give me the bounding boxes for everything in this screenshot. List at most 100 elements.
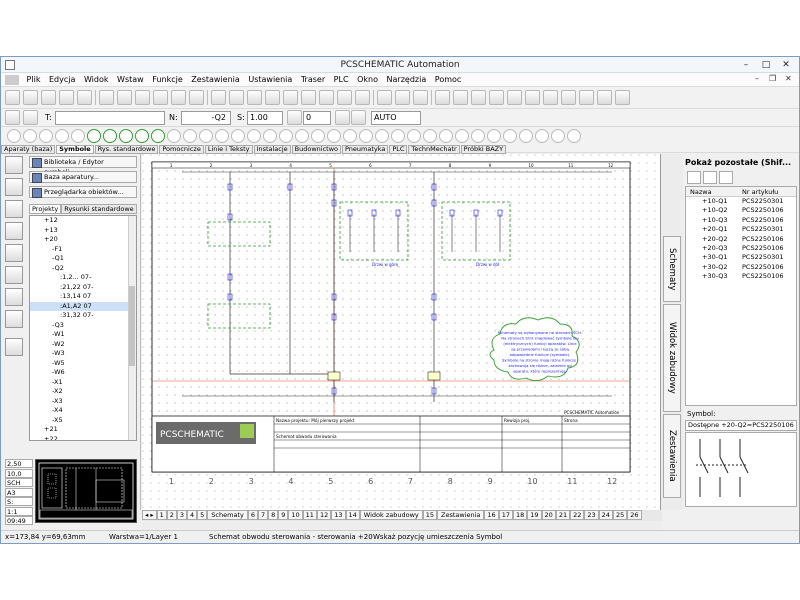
col-nazwa[interactable]: Nazwa	[690, 188, 712, 196]
copy-icon[interactable]	[229, 90, 244, 105]
name-field[interactable]: -Q2	[181, 111, 231, 125]
open-icon[interactable]	[23, 90, 38, 105]
menu-okno[interactable]: Okno	[354, 73, 381, 87]
schematic-sheet[interactable]: 1 2 3 4 5 6 7 8 9 10 11 12 Drzwi w górę …	[142, 154, 661, 510]
rotate-icon[interactable]	[287, 110, 302, 125]
magnet-icon[interactable]	[5, 338, 23, 356]
status-value[interactable]: 1:1	[5, 506, 33, 516]
menu-pomoc[interactable]: Pomoc	[432, 73, 465, 87]
symbol-tab[interactable]: Budownictwo	[291, 145, 341, 154]
page-tab[interactable]: Widok zabudowy	[359, 510, 423, 520]
page-tab[interactable]: 6	[247, 510, 258, 520]
mirror-icon[interactable]	[335, 110, 350, 125]
page-tab[interactable]: 14	[345, 510, 360, 520]
menu-edycja[interactable]: Edycja	[46, 73, 78, 87]
symbol-select[interactable]: Dostępne +20-Q2=PCS2250106	[685, 420, 797, 431]
page-tab[interactable]: 4	[187, 510, 198, 520]
page-tab[interactable]: 3	[176, 510, 188, 520]
symbol-tab[interactable]: Instalacje	[253, 145, 291, 154]
tree-item[interactable]: -X3	[30, 397, 136, 407]
sheet-icon[interactable]	[435, 90, 450, 105]
hand-icon[interactable]	[5, 266, 23, 284]
page-tab[interactable]: 25	[612, 510, 628, 520]
symbol-tab[interactable]: Aparaty (baza)	[1, 145, 56, 154]
page-nav-icon[interactable]: ◂ ▸	[142, 510, 157, 520]
sch-icon[interactable]	[579, 90, 594, 105]
status-value[interactable]: SCH	[5, 478, 33, 487]
drawing-canvas[interactable]: 1 2 3 4 5 6 7 8 9 10 11 12 Drzwi w górę …	[142, 154, 661, 510]
delete-icon[interactable]	[265, 90, 280, 105]
select-icon[interactable]	[5, 156, 23, 174]
page-tab[interactable]: 16	[484, 510, 499, 520]
tree-item[interactable]: +20	[30, 235, 136, 245]
page-tab[interactable]: 19	[527, 510, 542, 520]
object-browser-button[interactable]: Przeglądarka obiektów...	[29, 186, 137, 198]
print-icon[interactable]	[59, 90, 74, 105]
page-tab[interactable]: 22	[570, 510, 585, 520]
tree-item[interactable]: +21	[30, 425, 136, 435]
tree-item[interactable]: :13,14 07	[30, 292, 136, 302]
page-tab[interactable]: 18	[512, 510, 528, 520]
page-tab[interactable]: 21	[555, 510, 571, 520]
circle-icon[interactable]	[171, 90, 186, 105]
tab-zestawienia[interactable]: Zestawienia	[663, 414, 681, 498]
angle-field[interactable]: 0	[303, 111, 331, 125]
symbol-tab[interactable]: Pneumatyka	[342, 145, 389, 154]
page-tab[interactable]: 9	[278, 510, 289, 520]
pdf-icon[interactable]	[525, 90, 540, 105]
tree-item[interactable]: -W2	[30, 340, 136, 350]
tab-rysunki-standardowe[interactable]: Rysunki standardowe	[61, 204, 137, 214]
tree-item[interactable]: +22	[30, 435, 136, 441]
align-icon[interactable]	[301, 90, 316, 105]
new-icon[interactable]	[5, 90, 20, 105]
table-row[interactable]: +10-Q1 PCS2250301	[686, 197, 796, 206]
page-tab[interactable]: Zestawienia	[437, 510, 485, 520]
tree-item[interactable]: +13	[30, 226, 136, 236]
symbol-tab[interactable]: Rys. standardowe	[94, 145, 159, 154]
table-row[interactable]: +30-Q1 PCS2250301	[686, 253, 796, 262]
tree-item[interactable]: -X5	[30, 416, 136, 426]
symbol-button[interactable]	[567, 127, 581, 153]
page-tab[interactable]: 1	[156, 510, 167, 520]
menu-widok[interactable]: Widok	[81, 73, 112, 87]
tree-item[interactable]: -W3	[30, 349, 136, 359]
page-tab[interactable]: 20	[541, 510, 556, 520]
tree-item[interactable]: -Q2	[30, 264, 136, 274]
tree-item[interactable]: +12	[30, 216, 136, 226]
save-icon[interactable]	[41, 90, 56, 105]
menu-funkcje[interactable]: Funkcje	[149, 73, 185, 87]
tree-item[interactable]: -W6	[30, 368, 136, 378]
minimize-button[interactable]: –	[739, 59, 753, 71]
table-row[interactable]: +20-Q3 PCS2250106	[686, 244, 796, 253]
table-row[interactable]: +20-Q1 PCS2250301	[686, 225, 796, 234]
tree-item[interactable]: -Q1	[30, 254, 136, 264]
tab-widok-zabudowy[interactable]: Widok zabudowy	[663, 304, 681, 412]
table-row[interactable]: +30-Q3 PCS2250106	[686, 272, 796, 281]
menu-plik[interactable]: Plik	[24, 73, 44, 87]
tree-item[interactable]: -F1	[30, 245, 136, 255]
tree-item[interactable]: :31,32 07-	[30, 311, 136, 321]
menu-zestawienia[interactable]: Zestawienia	[188, 73, 243, 87]
export-icon[interactable]	[543, 90, 558, 105]
table-row[interactable]: +20-Q2 PCS2250106	[686, 235, 796, 244]
move-icon[interactable]	[283, 90, 298, 105]
mdi-minimize-button[interactable]: –	[755, 74, 759, 83]
tree-item[interactable]: :1,2... 07-	[30, 273, 136, 283]
table-row[interactable]: +30-Q2 PCS2250106	[686, 263, 796, 272]
page-tab[interactable]: 2	[166, 510, 177, 520]
symbol-insert-icon[interactable]	[5, 178, 23, 196]
layers-icon[interactable]	[5, 222, 23, 240]
report-icon[interactable]	[507, 90, 522, 105]
page-tab[interactable]: 11	[302, 510, 317, 520]
kk-icon[interactable]	[597, 90, 612, 105]
tree-item[interactable]: :A1,A2 07	[30, 301, 136, 311]
group-icon[interactable]	[337, 90, 352, 105]
status-value[interactable]: A3	[5, 487, 33, 497]
page-tab[interactable]: 13	[331, 510, 346, 520]
menu-traser[interactable]: Traser	[298, 73, 328, 87]
menu-wstaw[interactable]: Wstaw	[114, 73, 147, 87]
ungroup-icon[interactable]	[355, 90, 370, 105]
paste-icon[interactable]	[247, 90, 262, 105]
page-tab[interactable]: Schematy	[207, 510, 248, 520]
symbol-tab[interactable]: Linie i Teksty	[204, 145, 253, 154]
